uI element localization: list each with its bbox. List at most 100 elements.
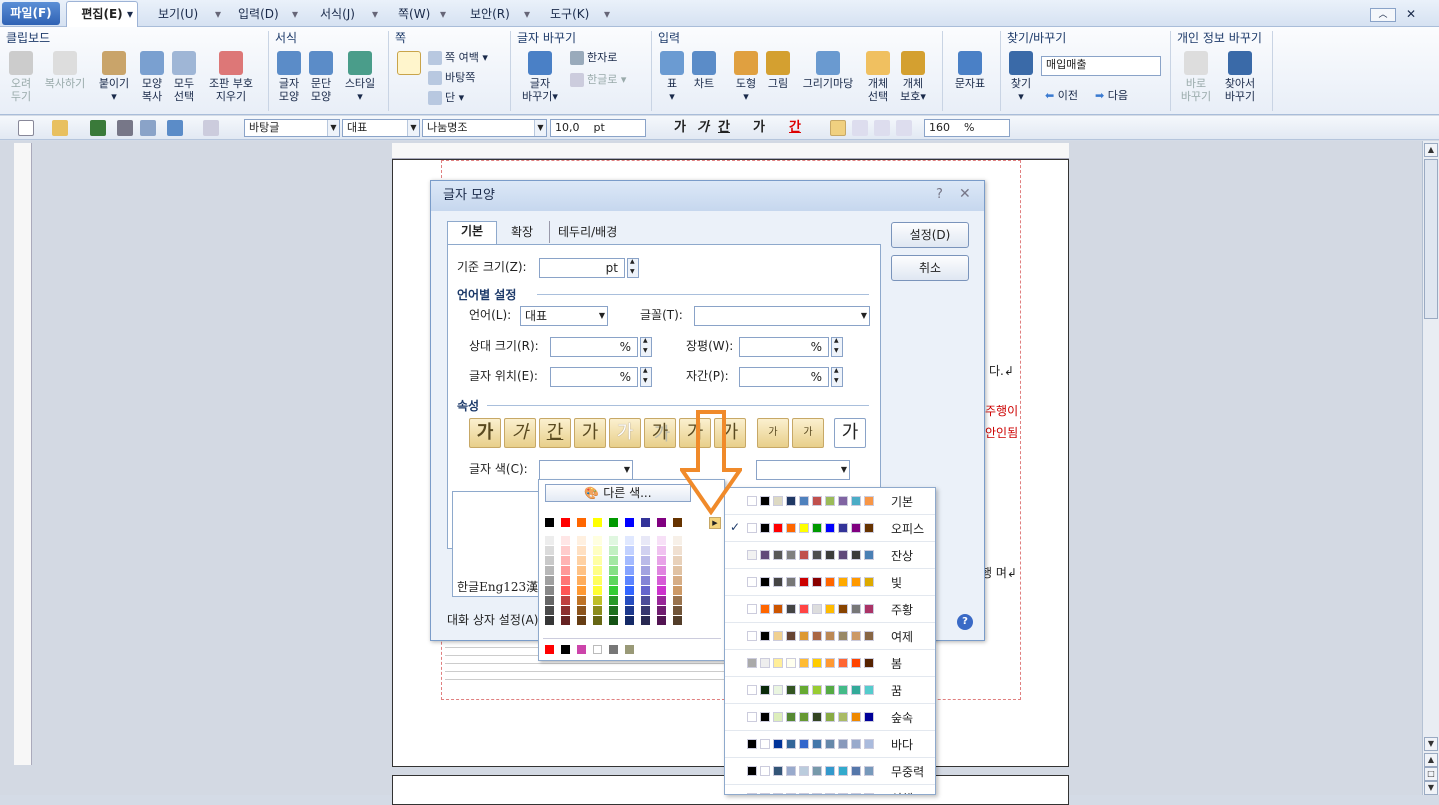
color-swatch[interactable]: [593, 518, 602, 527]
quick-change-button[interactable]: 바로 바꾸기: [1178, 51, 1214, 103]
color-swatch[interactable]: [577, 556, 586, 565]
color-swatch[interactable]: [545, 556, 554, 565]
style-button[interactable]: 스타일 ▾: [340, 51, 380, 103]
color-swatch[interactable]: [609, 606, 618, 615]
color-swatch[interactable]: [641, 556, 650, 565]
color-swatch[interactable]: [561, 536, 570, 545]
recent-color-swatch[interactable]: [577, 645, 586, 654]
new-doc-icon[interactable]: [18, 120, 34, 136]
attr-superscript-button[interactable]: 가: [757, 418, 789, 448]
font-size-input[interactable]: 10,0 pt: [550, 119, 646, 137]
object-protect-button[interactable]: 개체 보호▾: [896, 51, 930, 103]
color-swatch[interactable]: [609, 576, 618, 585]
theme-row[interactable]: 꿈: [725, 677, 935, 704]
color-swatch[interactable]: [545, 518, 554, 527]
open-icon[interactable]: [52, 120, 68, 136]
font-color-select[interactable]: ▼: [539, 460, 633, 480]
theme-row[interactable]: 봄: [725, 650, 935, 677]
find-next-button[interactable]: ➡ 다음: [1095, 87, 1128, 105]
theme-row[interactable]: 주황: [725, 596, 935, 623]
find-input[interactable]: 매입매출: [1041, 56, 1161, 76]
italic-button[interactable]: 가: [697, 119, 709, 137]
color-swatch[interactable]: [625, 566, 634, 575]
page-up-icon[interactable]: ▲: [1424, 753, 1438, 767]
color-swatch[interactable]: [657, 566, 666, 575]
color-swatch[interactable]: [577, 576, 586, 585]
help-icon[interactable]: ?: [936, 187, 943, 202]
color-swatch[interactable]: [673, 596, 682, 605]
color-swatch[interactable]: [673, 556, 682, 565]
menu-tools[interactable]: 도구(K): [550, 4, 589, 24]
drawing-button[interactable]: 그리기마당: [798, 51, 858, 90]
format-copy-button[interactable]: 모양 복사: [138, 51, 166, 103]
font-select[interactable]: 나눔명조 ▼: [422, 119, 547, 137]
color-swatch[interactable]: [593, 536, 602, 545]
color-swatch[interactable]: [625, 518, 634, 527]
color-swatch[interactable]: [577, 546, 586, 555]
spacing-input[interactable]: %: [739, 367, 829, 387]
theme-row[interactable]: 여제: [725, 623, 935, 650]
theme-row[interactable]: 숲속: [725, 704, 935, 731]
font-select-field[interactable]: ▼: [694, 306, 870, 326]
color-swatch[interactable]: [673, 606, 682, 615]
color-swatch[interactable]: [641, 566, 650, 575]
tab-border-bg[interactable]: 테두리/배경: [549, 221, 625, 243]
color-swatch[interactable]: [641, 606, 650, 615]
rel-size-stepper[interactable]: [640, 337, 652, 357]
color-swatch[interactable]: [593, 546, 602, 555]
color-swatch[interactable]: [673, 576, 682, 585]
select-all-button[interactable]: 모두 선택: [170, 51, 198, 103]
color-swatch[interactable]: [625, 576, 634, 585]
attr-bold-button[interactable]: 가: [469, 418, 501, 448]
color-swatch[interactable]: [641, 576, 650, 585]
picture-button[interactable]: 그림: [764, 51, 792, 90]
align-left-icon[interactable]: [852, 120, 868, 136]
attr-italic-button[interactable]: 가: [504, 418, 536, 448]
page-down-icon[interactable]: ▼: [1424, 781, 1438, 795]
color-swatch[interactable]: [673, 518, 682, 527]
rel-size-input[interactable]: %: [550, 337, 638, 357]
undo-icon[interactable]: [167, 120, 183, 136]
scroll-down-icon[interactable]: ▼: [1424, 737, 1438, 751]
preview-icon[interactable]: [140, 120, 156, 136]
attr-outline-button[interactable]: 가: [609, 418, 641, 448]
color-swatch[interactable]: [561, 518, 570, 527]
color-swatch[interactable]: [657, 536, 666, 545]
cut-button[interactable]: 오려 두기: [6, 51, 36, 103]
dialog-settings-label[interactable]: 대화 상자 설정(A): [447, 611, 538, 629]
align-center-icon[interactable]: [874, 120, 890, 136]
tab-basic[interactable]: 기본: [447, 221, 497, 245]
close-doc-icon[interactable]: ✕: [1406, 4, 1416, 24]
ratio-input[interactable]: %: [739, 337, 829, 357]
color-swatch[interactable]: [673, 536, 682, 545]
font-color-button[interactable]: 간: [789, 119, 801, 137]
theme-row[interactable]: 바다: [725, 731, 935, 758]
color-swatch[interactable]: [625, 606, 634, 615]
color-swatch[interactable]: [641, 586, 650, 595]
color-swatch[interactable]: [609, 586, 618, 595]
copy-button[interactable]: 복사하기: [40, 51, 90, 90]
page-icon[interactable]: □: [1424, 767, 1438, 781]
color-swatch[interactable]: [593, 606, 602, 615]
color-swatch[interactable]: [577, 536, 586, 545]
zoom-input[interactable]: 160 %: [924, 119, 1010, 137]
clear-mark-button[interactable]: 조판 부호 지우기: [203, 51, 259, 103]
color-swatch[interactable]: [673, 616, 682, 625]
theme-row[interactable]: 심해: [725, 785, 935, 794]
find-replace-button[interactable]: 찾아서 바꾸기: [1220, 51, 1260, 103]
color-swatch[interactable]: [561, 606, 570, 615]
menu-format[interactable]: 서식(J): [320, 4, 355, 24]
color-swatch[interactable]: [545, 536, 554, 545]
scroll-up-icon[interactable]: ▲: [1424, 143, 1438, 157]
ok-button[interactable]: 설정(D): [891, 222, 969, 248]
menu-page[interactable]: 쪽(W): [398, 4, 430, 24]
color-swatch[interactable]: [673, 546, 682, 555]
color-swatch[interactable]: [609, 556, 618, 565]
edit-dropdown[interactable]: ▾: [127, 4, 133, 24]
paste-button[interactable]: 붙이기 ▾: [96, 51, 132, 103]
color-swatch[interactable]: [561, 596, 570, 605]
theme-row[interactable]: 무중력: [725, 758, 935, 785]
color-swatch[interactable]: [593, 576, 602, 585]
redo-icon[interactable]: [203, 120, 219, 136]
color-swatch[interactable]: [673, 566, 682, 575]
